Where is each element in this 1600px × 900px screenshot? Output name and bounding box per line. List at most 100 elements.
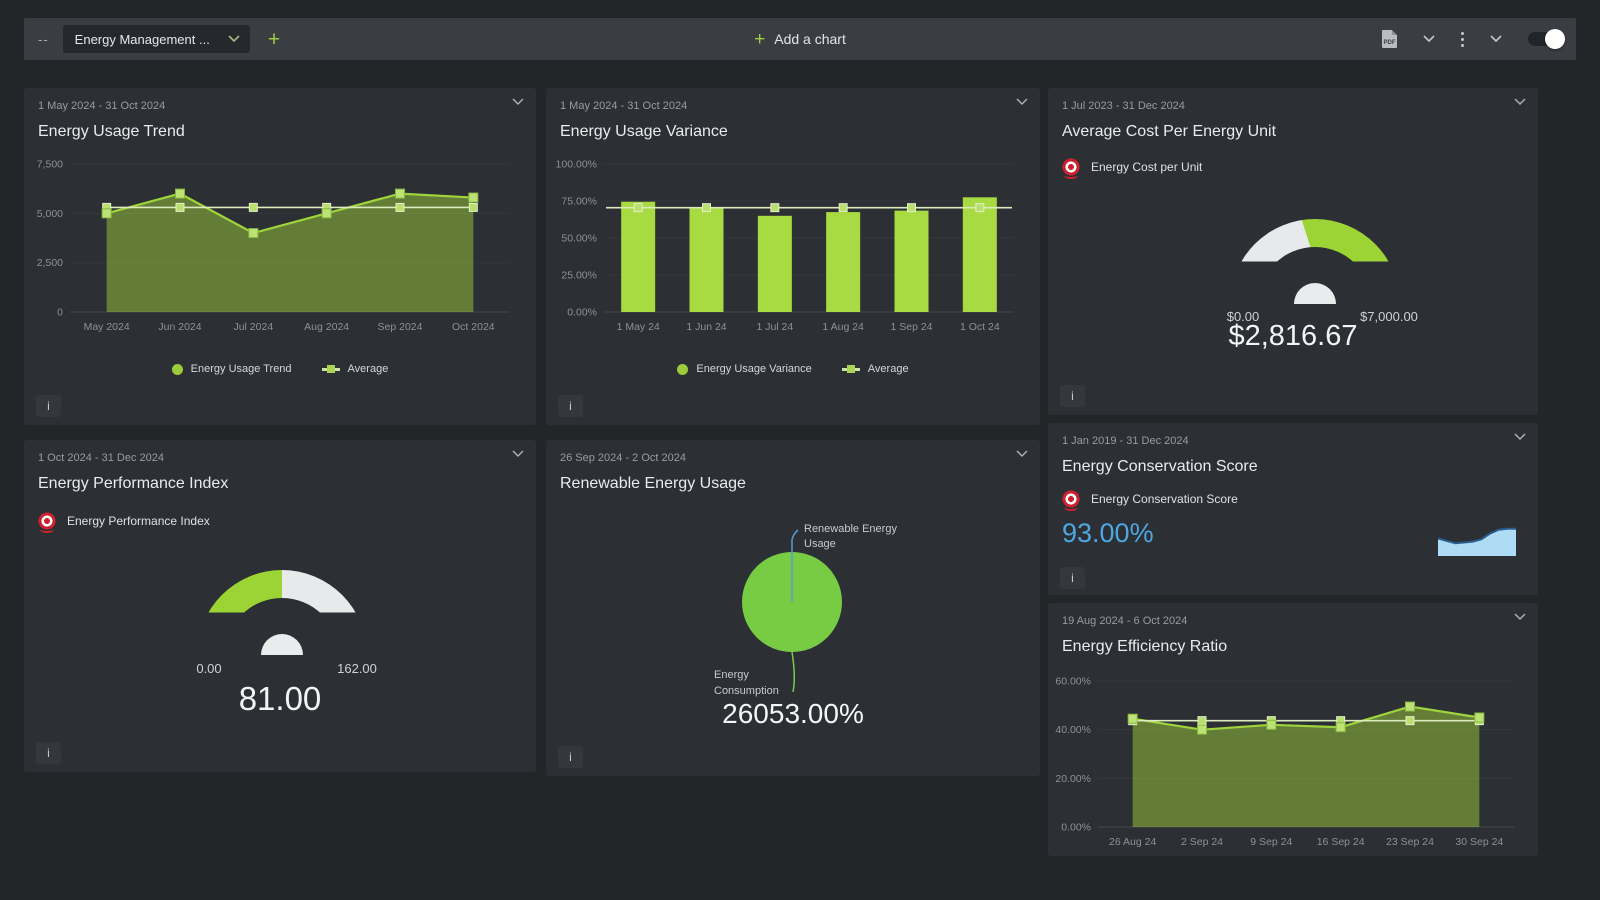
svg-text:0.00%: 0.00% (567, 307, 597, 319)
svg-text:50.00%: 50.00% (561, 233, 597, 245)
toolbar-center: + Add a chart (24, 30, 1576, 49)
theme-toggle[interactable] (1528, 32, 1562, 46)
kpi-row: Energy Performance Index (38, 512, 210, 530)
card-menu-chevron-icon[interactable] (512, 450, 524, 458)
card-menu-chevron-icon[interactable] (512, 98, 524, 106)
svg-text:30 Sep 24: 30 Sep 24 (1455, 836, 1503, 848)
svg-text:2 Sep 24: 2 Sep 24 (1181, 836, 1223, 848)
card-energy-conservation-score: 1 Jan 2019 - 31 Dec 2024 Energy Conserva… (1048, 423, 1538, 595)
svg-text:7,500: 7,500 (37, 159, 63, 171)
dashboard-select-label: Energy Management ... (75, 32, 210, 47)
info-button[interactable]: i (36, 395, 61, 417)
svg-text:20.00%: 20.00% (1055, 773, 1091, 785)
add-dashboard-button[interactable]: + (268, 29, 280, 50)
svg-text:1 Jul 24: 1 Jul 24 (756, 321, 793, 333)
performance-gauge (197, 570, 367, 655)
svg-text:2,500: 2,500 (37, 257, 63, 269)
info-button[interactable]: i (1060, 567, 1085, 589)
card-title: Energy Usage Variance (560, 123, 728, 141)
target-icon (38, 512, 56, 530)
svg-text:100.00%: 100.00% (556, 159, 597, 171)
dashboard-toolbar: -- Energy Management ... + + Add a chart… (24, 18, 1576, 60)
card-menu-chevron-icon[interactable] (1514, 433, 1526, 441)
toolbar-right-group: PDF (1382, 30, 1562, 48)
card-renewable-energy-usage: 26 Sep 2024 - 2 Oct 2024 Renewable Energ… (546, 440, 1040, 776)
target-icon (1062, 158, 1080, 176)
svg-text:Jun 2024: Jun 2024 (158, 321, 201, 333)
card-date-range: 1 Jan 2019 - 31 Dec 2024 (1062, 435, 1189, 447)
legend-average-icon (842, 368, 860, 371)
card-date-range: 19 Aug 2024 - 6 Oct 2024 (1062, 615, 1187, 627)
card-average-cost-per-energy-unit: 1 Jul 2023 - 31 Dec 2024 Average Cost Pe… (1048, 88, 1538, 415)
card-title: Energy Usage Trend (38, 123, 185, 141)
export-chevron-down-icon[interactable] (1423, 35, 1435, 43)
card-energy-usage-variance: 1 May 2024 - 31 Oct 2024 Energy Usage Va… (546, 88, 1040, 425)
svg-text:25.00%: 25.00% (561, 270, 597, 282)
info-button[interactable]: i (558, 395, 583, 417)
renewable-energy-pie-chart: Renewable Energy Usage Energy Consumption (546, 498, 1040, 718)
plus-icon: + (754, 30, 765, 49)
kpi-label: Energy Conservation Score (1091, 492, 1238, 506)
kpi-row: Energy Cost per Unit (1062, 158, 1202, 176)
card-title: Renewable Energy Usage (560, 475, 746, 493)
cost-gauge (1230, 219, 1400, 304)
info-button[interactable]: i (1060, 385, 1085, 407)
legend-item-series[interactable]: Energy Usage Trend (172, 363, 292, 375)
chart-legend: Energy Usage Variance Average (546, 363, 1040, 375)
card-menu-chevron-icon[interactable] (1016, 98, 1028, 106)
gauge-max-label: 162.00 (307, 661, 407, 676)
kpi-row: Energy Conservation Score (1062, 490, 1238, 508)
card-energy-usage-trend: 1 May 2024 - 31 Oct 2024 Energy Usage Tr… (24, 88, 536, 425)
info-button[interactable]: i (36, 742, 61, 764)
svg-text:1 Jun 24: 1 Jun 24 (686, 321, 726, 333)
svg-text:26 Aug 24: 26 Aug 24 (1109, 836, 1156, 848)
legend-item-average[interactable]: Average (842, 363, 909, 375)
toolbar-overflow-handle[interactable]: -- (38, 32, 49, 47)
energy-usage-variance-chart: 0.00% 25.00% 50.00% 75.00% 100.00% 1 May 24 1 … (552, 150, 1034, 338)
card-menu-chevron-icon[interactable] (1016, 450, 1028, 458)
gauge-value: $2,816.67 (1048, 320, 1538, 353)
svg-text:Energy: Energy (714, 669, 749, 681)
kpi-label: Energy Performance Index (67, 514, 210, 528)
conservation-score-value: 93.00% (1062, 518, 1154, 549)
svg-text:Renewable Energy: Renewable Energy (804, 523, 897, 535)
svg-text:16 Sep 24: 16 Sep 24 (1317, 836, 1365, 848)
svg-text:Usage: Usage (804, 538, 836, 550)
more-options-icon[interactable] (1461, 32, 1464, 47)
gauge-min-label: 0.00 (159, 661, 259, 676)
options-chevron-down-icon[interactable] (1490, 35, 1502, 43)
svg-text:Sep 2024: Sep 2024 (378, 321, 423, 333)
info-button[interactable]: i (558, 746, 583, 768)
svg-text:1 Aug 24: 1 Aug 24 (822, 321, 864, 333)
card-date-range: 26 Sep 2024 - 2 Oct 2024 (560, 452, 686, 464)
svg-text:May 2024: May 2024 (84, 321, 130, 333)
card-date-range: 1 May 2024 - 31 Oct 2024 (560, 100, 687, 112)
card-title: Energy Conservation Score (1062, 458, 1258, 476)
kpi-label: Energy Cost per Unit (1091, 160, 1202, 174)
svg-text:1 Oct 24: 1 Oct 24 (960, 321, 1000, 333)
svg-text:9 Sep 24: 9 Sep 24 (1250, 836, 1292, 848)
toggle-knob (1545, 29, 1565, 49)
add-chart-button[interactable]: + Add a chart (754, 30, 846, 49)
svg-text:Consumption: Consumption (714, 685, 779, 697)
energy-usage-trend-chart: 02,5005,0007,500May 2024Jun 2024Jul 2024… (30, 150, 530, 338)
legend-dot-icon (677, 364, 688, 375)
legend-item-average[interactable]: Average (322, 363, 389, 375)
dashboard-select[interactable]: Energy Management ... (63, 25, 250, 53)
pie-value: 26053.00% (546, 698, 1040, 730)
svg-text:75.00%: 75.00% (561, 196, 597, 208)
card-date-range: 1 Jul 2023 - 31 Dec 2024 (1062, 100, 1185, 112)
card-menu-chevron-icon[interactable] (1514, 98, 1526, 106)
card-energy-efficiency-ratio: 19 Aug 2024 - 6 Oct 2024 Energy Efficien… (1048, 603, 1538, 856)
legend-item-series[interactable]: Energy Usage Variance (677, 363, 811, 375)
export-pdf-icon[interactable]: PDF (1382, 30, 1397, 48)
chevron-down-icon (228, 35, 240, 43)
svg-text:1 Sep 24: 1 Sep 24 (890, 321, 932, 333)
svg-text:Aug 2024: Aug 2024 (304, 321, 349, 333)
gauge-value: 81.00 (24, 680, 536, 718)
card-menu-chevron-icon[interactable] (1514, 613, 1526, 621)
svg-text:1 May 24: 1 May 24 (617, 321, 660, 333)
card-energy-performance-index: 1 Oct 2024 - 31 Dec 2024 Energy Performa… (24, 440, 536, 772)
card-title: Energy Performance Index (38, 475, 228, 493)
svg-text:5,000: 5,000 (37, 208, 63, 220)
